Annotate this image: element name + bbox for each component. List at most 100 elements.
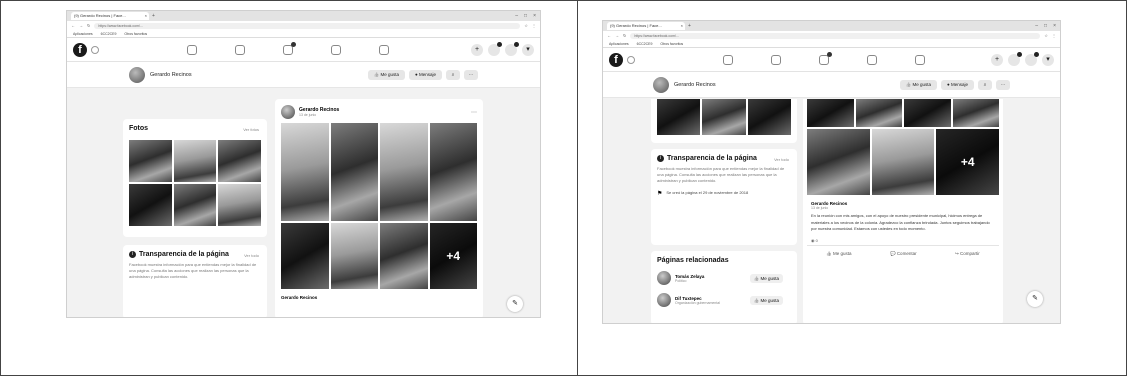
- avatar[interactable]: [129, 66, 145, 83]
- photo-thumb[interactable]: [218, 140, 261, 182]
- post-photo[interactable]: [904, 99, 951, 127]
- bookmark-item[interactable]: Aplicaciones: [73, 32, 93, 36]
- post-photo[interactable]: [855, 99, 902, 127]
- groups-icon[interactable]: [379, 44, 389, 55]
- photo-thumb[interactable]: [129, 140, 172, 182]
- post-photo[interactable]: [281, 123, 329, 221]
- marketplace-icon[interactable]: [867, 54, 877, 65]
- profile-name[interactable]: Gerardo Recinos: [150, 72, 192, 78]
- post-comment-button[interactable]: 💬 Comentar: [890, 251, 917, 257]
- pages-icon[interactable]: [771, 54, 781, 65]
- account-menu-icon[interactable]: ▾: [522, 43, 534, 56]
- see-photos-link[interactable]: Ver fotos: [243, 127, 259, 132]
- post-photo-more[interactable]: +4: [936, 129, 999, 195]
- reactions-icon[interactable]: ◉: [811, 238, 815, 243]
- facebook-logo-icon[interactable]: f: [609, 52, 623, 67]
- bookmark-item[interactable]: 6CC2CE9: [637, 42, 653, 46]
- search-icon[interactable]: [91, 45, 99, 54]
- back-icon[interactable]: ←: [607, 33, 611, 38]
- post-share-button[interactable]: ↪ Compartir: [955, 251, 980, 257]
- post-avatar[interactable]: [281, 105, 295, 119]
- reload-icon[interactable]: ↻: [623, 33, 626, 38]
- reactions-count[interactable]: 0: [816, 238, 818, 243]
- post-time[interactable]: 13 de junio: [299, 113, 339, 117]
- post-options-icon[interactable]: ⋯: [471, 109, 477, 116]
- star-icon[interactable]: ☆: [524, 23, 528, 28]
- close-tab-icon[interactable]: ×: [145, 12, 147, 20]
- photo-thumb[interactable]: [218, 184, 261, 226]
- new-message-icon[interactable]: ✎: [1027, 291, 1043, 307]
- new-message-icon[interactable]: ✎: [507, 296, 523, 312]
- forward-icon[interactable]: →: [615, 33, 619, 38]
- related-page-name[interactable]: Tomás Zelaya: [675, 274, 704, 279]
- post-photo[interactable]: [281, 223, 329, 289]
- like-page-button[interactable]: 👍 Me gusta: [367, 69, 406, 80]
- like-page-button[interactable]: 👍 Me gusta: [899, 79, 938, 90]
- related-page-item[interactable]: Tomás Zelaya Político 👍 Me gusta: [657, 270, 791, 286]
- messenger-icon[interactable]: [488, 41, 502, 56]
- messenger-icon[interactable]: [1008, 51, 1022, 66]
- new-tab-icon[interactable]: +: [152, 13, 155, 19]
- photo-thumb[interactable]: [173, 184, 217, 226]
- post-photo[interactable]: [380, 223, 428, 289]
- browser-tab[interactable]: (9) Gerardo Recinos | Face... ×: [71, 12, 149, 20]
- post-photo[interactable]: [871, 129, 935, 195]
- profile-name[interactable]: Gerardo Recinos: [674, 82, 716, 88]
- home-icon[interactable]: [723, 54, 733, 65]
- home-icon[interactable]: [187, 44, 197, 55]
- facebook-logo-icon[interactable]: f: [73, 42, 87, 57]
- minimize-icon[interactable]: –: [1035, 23, 1038, 29]
- related-like-button[interactable]: 👍 Me gusta: [749, 273, 783, 283]
- maximize-icon[interactable]: □: [524, 13, 527, 19]
- menu-icon[interactable]: ⋮: [532, 23, 536, 28]
- related-page-avatar[interactable]: [657, 293, 671, 307]
- pages-icon[interactable]: [235, 44, 245, 55]
- related-page-avatar[interactable]: [657, 271, 671, 285]
- post-photo[interactable]: [330, 123, 378, 221]
- search-icon[interactable]: [627, 55, 635, 64]
- forward-icon[interactable]: →: [79, 23, 83, 28]
- post-like-button[interactable]: 👍 Me gusta: [826, 251, 851, 257]
- watch-icon[interactable]: [819, 51, 832, 65]
- close-window-icon[interactable]: ×: [533, 13, 536, 19]
- bookmark-item[interactable]: 6CC2CE9: [101, 32, 117, 36]
- marketplace-icon[interactable]: [331, 44, 341, 55]
- photo-thumb[interactable]: [747, 99, 791, 135]
- post-photo[interactable]: [807, 129, 870, 195]
- related-page-item[interactable]: Dif Tuxtepec Organización gubernamental …: [657, 292, 791, 308]
- back-icon[interactable]: ←: [71, 23, 75, 28]
- message-button[interactable]: ● Mensaje: [409, 69, 442, 80]
- photo-thumb[interactable]: [173, 140, 217, 182]
- search-page-button[interactable]: ⌕: [978, 79, 992, 90]
- photo-thumb[interactable]: [657, 99, 701, 135]
- post-photo-more[interactable]: +4: [429, 223, 477, 289]
- close-tab-icon[interactable]: ×: [681, 22, 683, 30]
- reload-icon[interactable]: ↻: [87, 23, 90, 28]
- photo-thumb[interactable]: [702, 99, 746, 135]
- search-page-button[interactable]: ⌕: [446, 69, 460, 80]
- url-field[interactable]: https://www.facebook.com/...: [94, 22, 521, 29]
- account-menu-icon[interactable]: ▾: [1042, 53, 1054, 66]
- notifications-icon[interactable]: [1025, 51, 1039, 66]
- message-button[interactable]: ● Mensaje: [941, 79, 974, 90]
- bookmark-item[interactable]: Aplicaciones: [609, 42, 629, 46]
- groups-icon[interactable]: [915, 54, 925, 65]
- star-icon[interactable]: ☆: [1044, 33, 1048, 38]
- post-photo[interactable]: [380, 123, 428, 221]
- new-tab-icon[interactable]: +: [688, 23, 691, 29]
- more-button[interactable]: ⋯: [464, 69, 478, 80]
- url-field[interactable]: https://www.facebook.com/...: [630, 32, 1041, 39]
- notifications-icon[interactable]: [505, 41, 519, 56]
- browser-tab[interactable]: (9) Gerardo Recinos | Face... ×: [607, 22, 685, 30]
- post-photo[interactable]: [330, 223, 378, 289]
- post-photo[interactable]: [952, 99, 999, 127]
- create-icon[interactable]: +: [471, 43, 483, 56]
- create-icon[interactable]: +: [991, 53, 1003, 66]
- see-all-link[interactable]: Ver todo: [244, 253, 259, 258]
- minimize-icon[interactable]: –: [515, 13, 518, 19]
- more-button[interactable]: ⋯: [996, 79, 1010, 90]
- watch-icon[interactable]: [283, 41, 296, 55]
- bookmark-item[interactable]: Otros favoritos: [660, 42, 683, 46]
- close-window-icon[interactable]: ×: [1053, 23, 1056, 29]
- menu-icon[interactable]: ⋮: [1052, 33, 1056, 38]
